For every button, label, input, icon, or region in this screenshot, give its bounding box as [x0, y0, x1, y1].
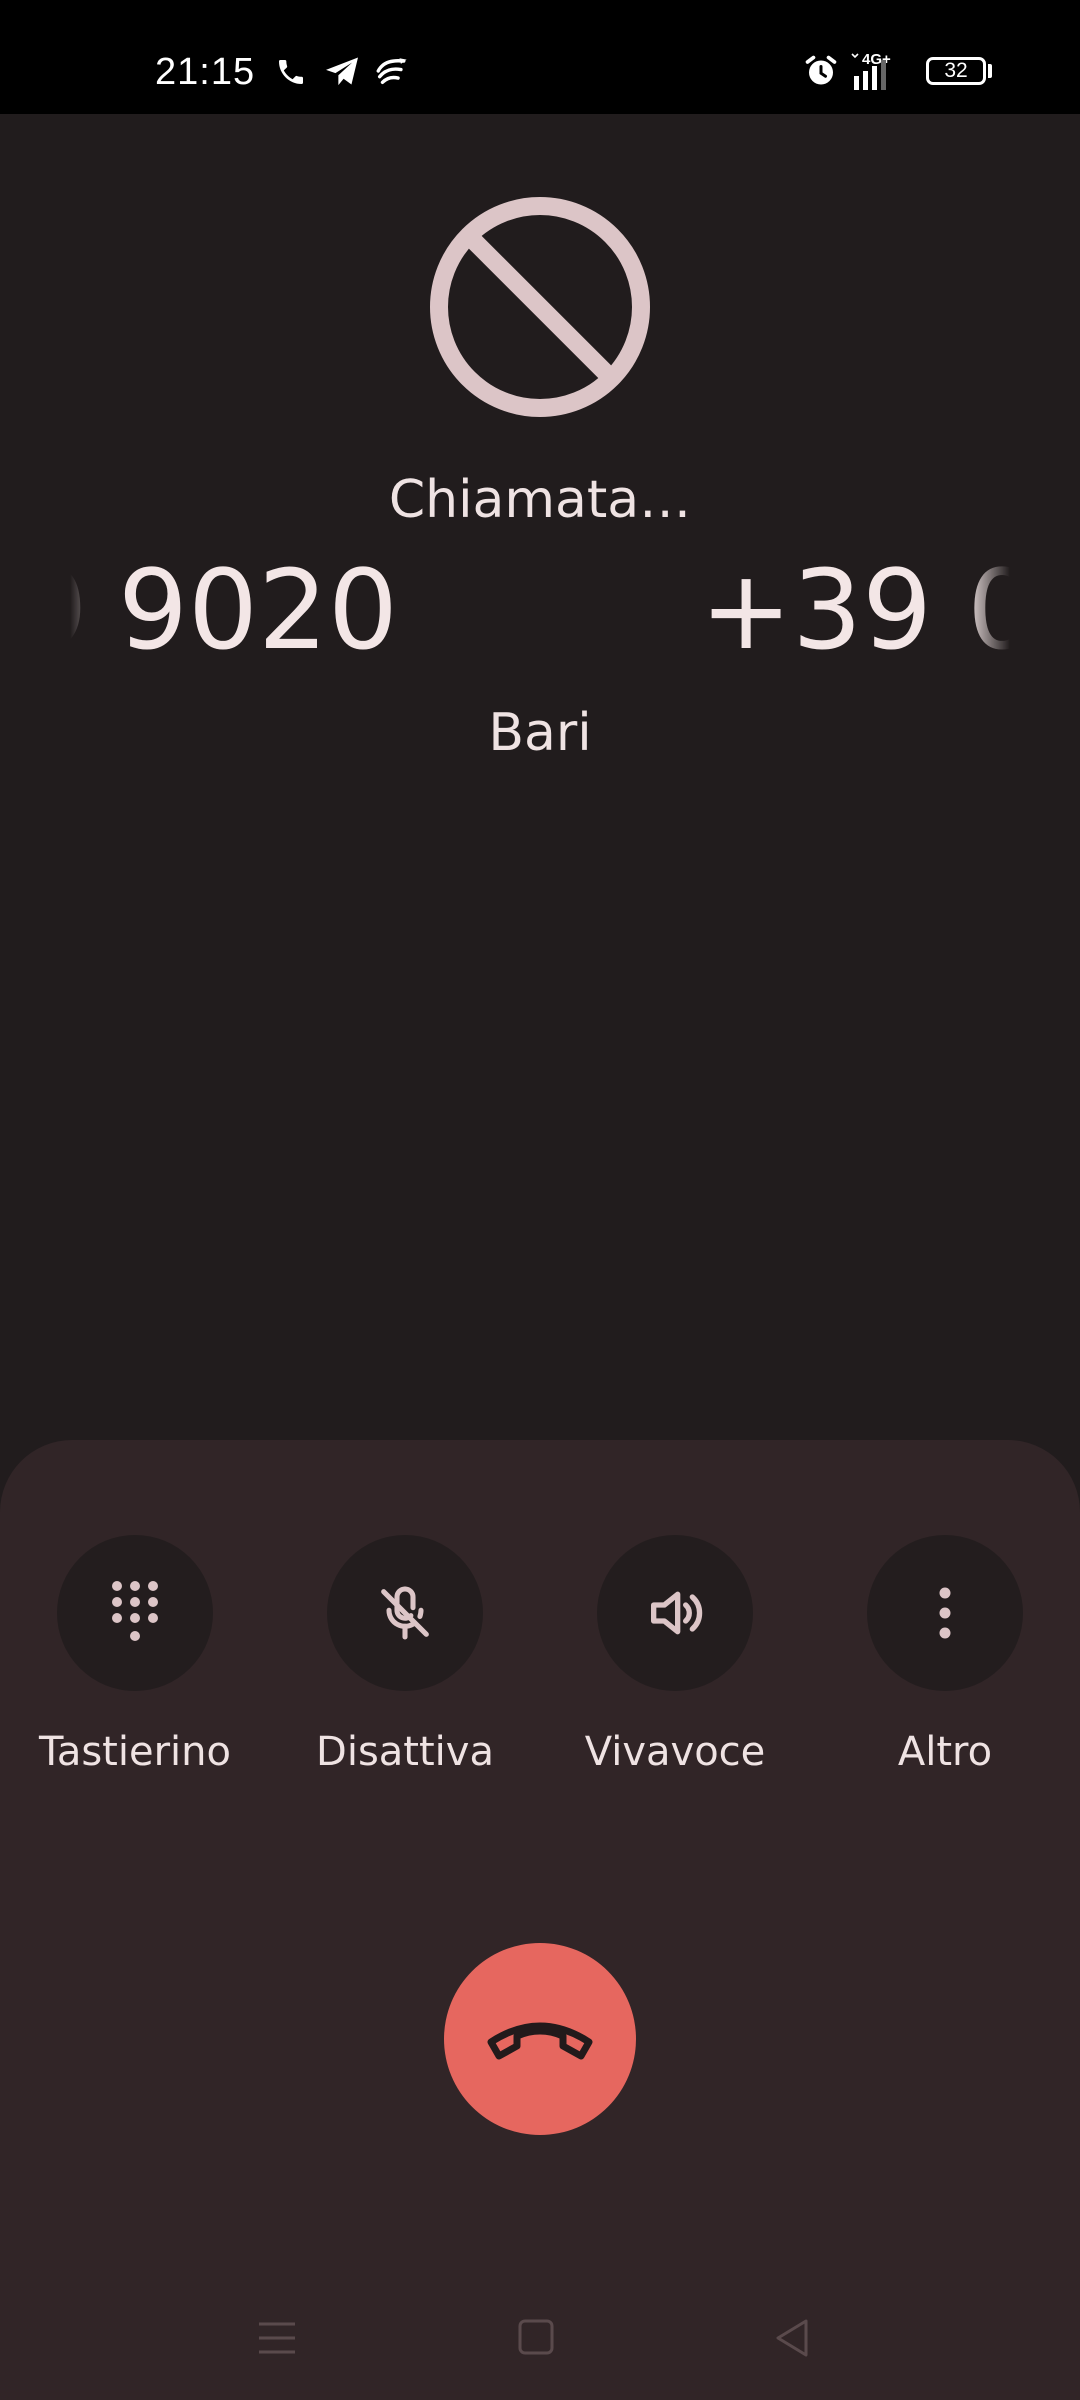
more-vert-icon [939, 1587, 951, 1639]
dialpad-icon [112, 1581, 158, 1641]
keypad-label: Tastierino [39, 1729, 231, 1775]
mute-button[interactable]: Disattiva [285, 1535, 525, 1775]
battery-tip [988, 64, 992, 78]
telegram-icon [326, 57, 358, 86]
call-screen: 21:15 4G+ 32 Chiamata… 9020 +39 0 Bari T… [0, 0, 1080, 2400]
phone-number-fragment: 9 [70, 545, 88, 675]
battery-level: 32 [944, 59, 968, 82]
speaker-label: Vivavoce [584, 1729, 766, 1775]
blocked-icon [430, 197, 650, 417]
back-icon[interactable] [772, 2318, 812, 2358]
more-label: Altro [897, 1729, 993, 1775]
battery-icon: 32 [926, 57, 986, 85]
call-controls-panel: Tastierino Disattiva Vivavoce Altro [0, 1440, 1080, 2400]
speaker-icon [651, 1591, 703, 1635]
keypad-button[interactable]: Tastierino [15, 1535, 255, 1775]
end-call-button[interactable] [444, 1943, 636, 2135]
mic-off-icon [381, 1586, 429, 1640]
more-button[interactable]: Altro [825, 1535, 1065, 1775]
phone-number-left: 9020 [118, 546, 398, 674]
menu-icon[interactable] [257, 2318, 297, 2358]
bird-icon [376, 58, 407, 85]
more-circle[interactable] [867, 1535, 1023, 1691]
mute-label: Disattiva [316, 1729, 494, 1775]
home-icon[interactable] [517, 2318, 555, 2356]
call-location: Bari [488, 703, 592, 763]
phone-number-right: +39 08 [700, 546, 1010, 674]
speaker-button[interactable]: Vivavoce [555, 1535, 795, 1775]
call-status: Chiamata… [388, 470, 692, 530]
navigation-bar [0, 2290, 1080, 2400]
signal-icon: 4G+ [851, 51, 891, 90]
keypad-circle[interactable] [57, 1535, 213, 1691]
phone-icon [279, 60, 303, 84]
status-bar: 21:15 4G+ 32 [0, 0, 1080, 114]
alarm-icon [805, 55, 837, 85]
status-time: 21:15 [155, 51, 256, 93]
speaker-circle[interactable] [597, 1535, 753, 1691]
mute-circle[interactable] [327, 1535, 483, 1691]
hang-up-icon [487, 2022, 593, 2060]
phone-number-marquee: 9 9020 +39 08 [70, 545, 1010, 675]
network-type: 4G+ [862, 51, 891, 68]
